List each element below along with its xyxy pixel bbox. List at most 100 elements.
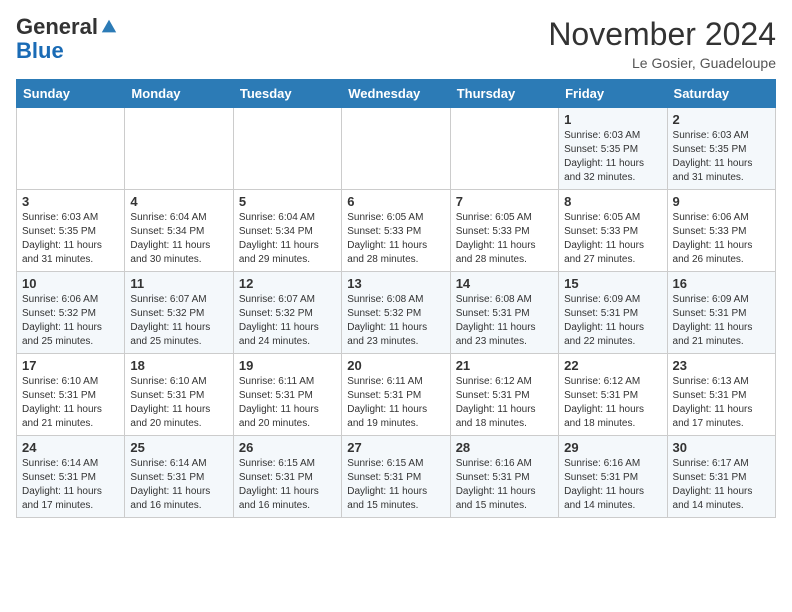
day-info: Sunrise: 6:04 AM Sunset: 5:34 PM Dayligh… bbox=[239, 211, 336, 267]
week-row-5: 24 Sunrise: 6:14 AM Sunset: 5:31 PM Dayli… bbox=[17, 436, 776, 518]
calendar-cell: 12 Sunrise: 6:07 AM Sunset: 5:32 PM Dayli… bbox=[233, 272, 341, 354]
weekday-header-monday: Monday bbox=[125, 80, 233, 108]
day-number: 5 bbox=[239, 194, 336, 209]
day-info: Sunrise: 6:12 AM Sunset: 5:31 PM Dayligh… bbox=[564, 375, 661, 431]
day-info: Sunrise: 6:03 AM Sunset: 5:35 PM Dayligh… bbox=[673, 129, 770, 185]
day-info: Sunrise: 6:17 AM Sunset: 5:31 PM Dayligh… bbox=[673, 457, 770, 513]
day-info: Sunrise: 6:07 AM Sunset: 5:32 PM Dayligh… bbox=[130, 293, 227, 349]
day-info: Sunrise: 6:09 AM Sunset: 5:31 PM Dayligh… bbox=[564, 293, 661, 349]
calendar-cell: 26Sunrise: 6:15 AM Sunset: 5:31 PM Dayli… bbox=[233, 436, 341, 518]
day-info: Sunrise: 6:11 AM Sunset: 5:31 PM Dayligh… bbox=[347, 375, 444, 431]
day-number: 4 bbox=[130, 194, 227, 209]
day-info: Sunrise: 6:12 AM Sunset: 5:31 PM Dayligh… bbox=[456, 375, 553, 431]
calendar-cell: 16 Sunrise: 6:09 AM Sunset: 5:31 PM Dayli… bbox=[667, 272, 775, 354]
calendar-cell: 7 Sunrise: 6:05 AM Sunset: 5:33 PM Daylig… bbox=[450, 190, 558, 272]
day-number: 8 bbox=[564, 194, 661, 209]
calendar-cell: 8 Sunrise: 6:05 AM Sunset: 5:33 PM Daylig… bbox=[559, 190, 667, 272]
day-number: 14 bbox=[456, 276, 553, 291]
weekday-header-wednesday: Wednesday bbox=[342, 80, 450, 108]
day-number: 17 bbox=[22, 358, 119, 373]
month-title: November 2024 bbox=[548, 16, 776, 53]
day-number: 29 bbox=[564, 440, 661, 455]
calendar-cell: 14 Sunrise: 6:08 AM Sunset: 5:31 PM Dayli… bbox=[450, 272, 558, 354]
calendar-cell: 15 Sunrise: 6:09 AM Sunset: 5:31 PM Dayli… bbox=[559, 272, 667, 354]
day-number: 24 bbox=[22, 440, 119, 455]
calendar-cell: 22 Sunrise: 6:12 AM Sunset: 5:31 PM Dayli… bbox=[559, 354, 667, 436]
day-number: 11 bbox=[130, 276, 227, 291]
day-info: Sunrise: 6:10 AM Sunset: 5:31 PM Dayligh… bbox=[22, 375, 119, 431]
day-number: 9 bbox=[673, 194, 770, 209]
calendar-cell: 11 Sunrise: 6:07 AM Sunset: 5:32 PM Dayli… bbox=[125, 272, 233, 354]
week-row-1: 1Sunrise: 6:03 AM Sunset: 5:35 PM Daylig… bbox=[17, 108, 776, 190]
calendar-cell: 13Sunrise: 6:08 AM Sunset: 5:32 PM Dayli… bbox=[342, 272, 450, 354]
day-number: 20 bbox=[347, 358, 444, 373]
calendar-cell: 6 Sunrise: 6:05 AM Sunset: 5:33 PM Daylig… bbox=[342, 190, 450, 272]
day-number: 26 bbox=[239, 440, 336, 455]
day-number: 21 bbox=[456, 358, 553, 373]
calendar-cell bbox=[342, 108, 450, 190]
calendar-cell: 3Sunrise: 6:03 AM Sunset: 5:35 PM Daylig… bbox=[17, 190, 125, 272]
day-number: 10 bbox=[22, 276, 119, 291]
calendar-table: SundayMondayTuesdayWednesdayThursdayFrid… bbox=[16, 79, 776, 518]
calendar-cell: 17 Sunrise: 6:10 AM Sunset: 5:31 PM Dayli… bbox=[17, 354, 125, 436]
weekday-header-friday: Friday bbox=[559, 80, 667, 108]
day-info: Sunrise: 6:10 AM Sunset: 5:31 PM Dayligh… bbox=[130, 375, 227, 431]
calendar-cell: 27 Sunrise: 6:15 AM Sunset: 5:31 PM Dayli… bbox=[342, 436, 450, 518]
day-number: 6 bbox=[347, 194, 444, 209]
day-info: Sunrise: 6:16 AM Sunset: 5:31 PM Dayligh… bbox=[564, 457, 661, 513]
calendar-cell: 23Sunrise: 6:13 AM Sunset: 5:31 PM Dayli… bbox=[667, 354, 775, 436]
logo-icon bbox=[100, 18, 118, 36]
calendar-cell: 25 Sunrise: 6:14 AM Sunset: 5:31 PM Dayli… bbox=[125, 436, 233, 518]
day-info: Sunrise: 6:09 AM Sunset: 5:31 PM Dayligh… bbox=[673, 293, 770, 349]
calendar-cell: 21 Sunrise: 6:12 AM Sunset: 5:31 PM Dayli… bbox=[450, 354, 558, 436]
day-info: Sunrise: 6:07 AM Sunset: 5:32 PM Dayligh… bbox=[239, 293, 336, 349]
weekday-header-saturday: Saturday bbox=[667, 80, 775, 108]
week-row-3: 10 Sunrise: 6:06 AM Sunset: 5:32 PM Dayli… bbox=[17, 272, 776, 354]
calendar-cell bbox=[17, 108, 125, 190]
calendar-cell: 5 Sunrise: 6:04 AM Sunset: 5:34 PM Daylig… bbox=[233, 190, 341, 272]
calendar-cell: 1Sunrise: 6:03 AM Sunset: 5:35 PM Daylig… bbox=[559, 108, 667, 190]
calendar-cell bbox=[233, 108, 341, 190]
day-number: 22 bbox=[564, 358, 661, 373]
logo-general-text: General bbox=[16, 16, 98, 38]
calendar-cell: 28Sunrise: 6:16 AM Sunset: 5:31 PM Dayli… bbox=[450, 436, 558, 518]
title-block: November 2024 Le Gosier, Guadeloupe bbox=[548, 16, 776, 71]
calendar-cell: 10 Sunrise: 6:06 AM Sunset: 5:32 PM Dayli… bbox=[17, 272, 125, 354]
day-number: 12 bbox=[239, 276, 336, 291]
calendar-cell: 29 Sunrise: 6:16 AM Sunset: 5:31 PM Dayli… bbox=[559, 436, 667, 518]
day-number: 18 bbox=[130, 358, 227, 373]
day-info: Sunrise: 6:06 AM Sunset: 5:33 PM Dayligh… bbox=[673, 211, 770, 267]
calendar-cell: 19 Sunrise: 6:11 AM Sunset: 5:31 PM Dayli… bbox=[233, 354, 341, 436]
calendar-cell: 4Sunrise: 6:04 AM Sunset: 5:34 PM Daylig… bbox=[125, 190, 233, 272]
day-info: Sunrise: 6:15 AM Sunset: 5:31 PM Dayligh… bbox=[347, 457, 444, 513]
day-info: Sunrise: 6:08 AM Sunset: 5:31 PM Dayligh… bbox=[456, 293, 553, 349]
day-info: Sunrise: 6:14 AM Sunset: 5:31 PM Dayligh… bbox=[130, 457, 227, 513]
day-number: 16 bbox=[673, 276, 770, 291]
location: Le Gosier, Guadeloupe bbox=[548, 55, 776, 71]
day-number: 13 bbox=[347, 276, 444, 291]
day-number: 19 bbox=[239, 358, 336, 373]
weekday-header-row: SundayMondayTuesdayWednesdayThursdayFrid… bbox=[17, 80, 776, 108]
day-info: Sunrise: 6:06 AM Sunset: 5:32 PM Dayligh… bbox=[22, 293, 119, 349]
weekday-header-tuesday: Tuesday bbox=[233, 80, 341, 108]
calendar-cell: 30 Sunrise: 6:17 AM Sunset: 5:31 PM Dayli… bbox=[667, 436, 775, 518]
day-number: 25 bbox=[130, 440, 227, 455]
day-info: Sunrise: 6:16 AM Sunset: 5:31 PM Dayligh… bbox=[456, 457, 553, 513]
day-number: 7 bbox=[456, 194, 553, 209]
day-number: 2 bbox=[673, 112, 770, 127]
day-number: 30 bbox=[673, 440, 770, 455]
logo: General Blue bbox=[16, 16, 118, 64]
day-number: 27 bbox=[347, 440, 444, 455]
day-number: 15 bbox=[564, 276, 661, 291]
page-header: General Blue November 2024 Le Gosier, Gu… bbox=[16, 16, 776, 71]
calendar-cell: 18 Sunrise: 6:10 AM Sunset: 5:31 PM Dayli… bbox=[125, 354, 233, 436]
day-info: Sunrise: 6:11 AM Sunset: 5:31 PM Dayligh… bbox=[239, 375, 336, 431]
weekday-header-sunday: Sunday bbox=[17, 80, 125, 108]
day-info: Sunrise: 6:03 AM Sunset: 5:35 PM Dayligh… bbox=[564, 129, 661, 185]
day-info: Sunrise: 6:05 AM Sunset: 5:33 PM Dayligh… bbox=[564, 211, 661, 267]
day-info: Sunrise: 6:05 AM Sunset: 5:33 PM Dayligh… bbox=[456, 211, 553, 267]
calendar-cell: 2 Sunrise: 6:03 AM Sunset: 5:35 PM Daylig… bbox=[667, 108, 775, 190]
weekday-header-thursday: Thursday bbox=[450, 80, 558, 108]
calendar-cell bbox=[450, 108, 558, 190]
day-info: Sunrise: 6:05 AM Sunset: 5:33 PM Dayligh… bbox=[347, 211, 444, 267]
